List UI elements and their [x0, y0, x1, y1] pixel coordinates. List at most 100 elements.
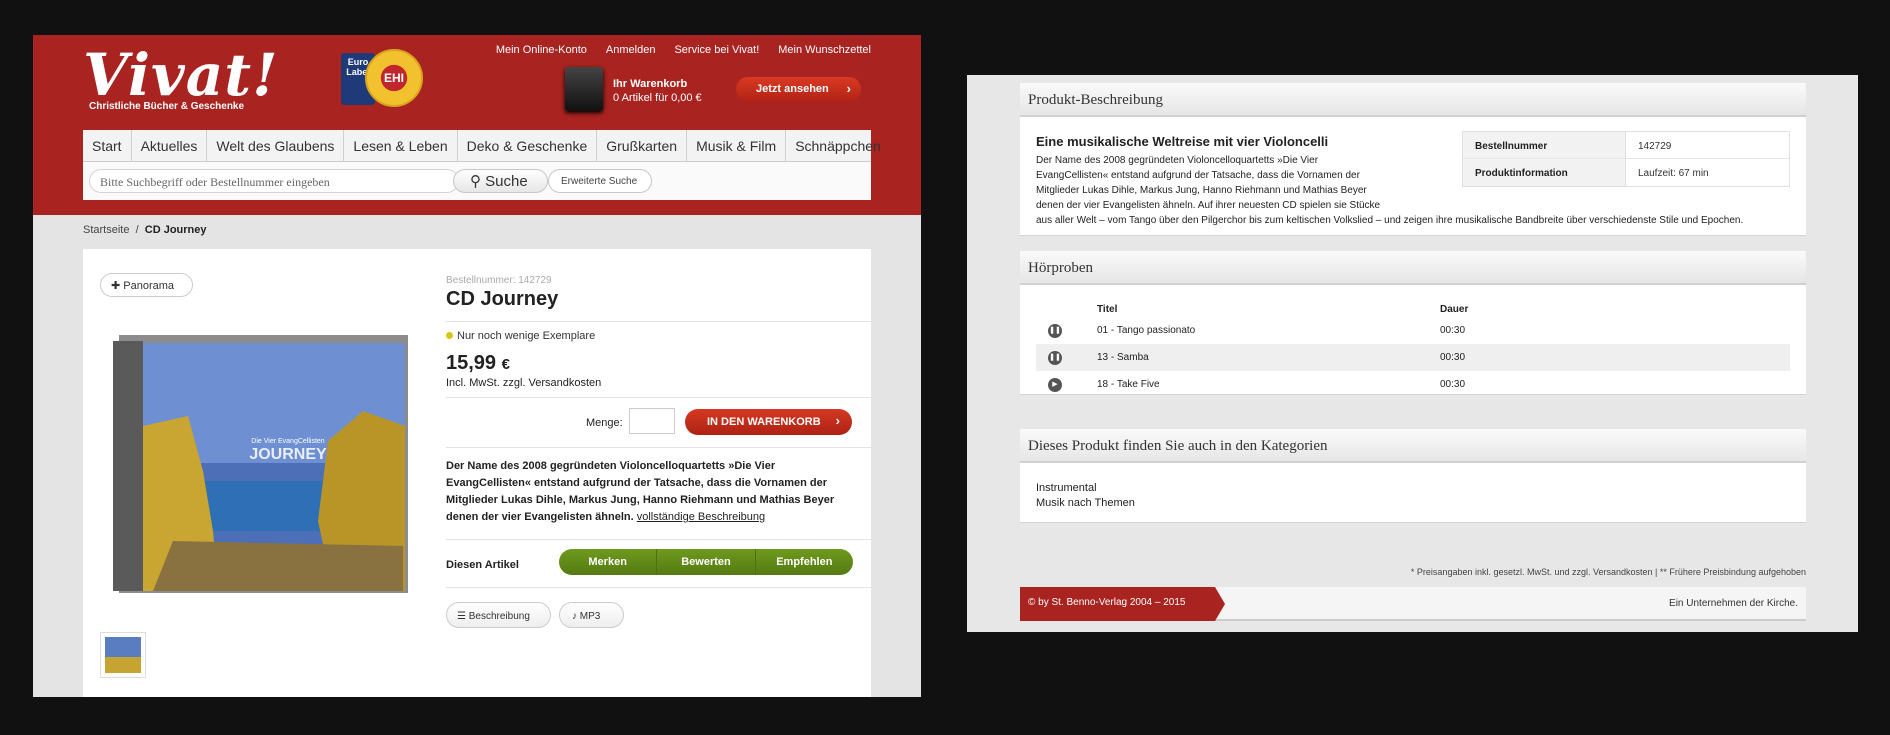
price-currency: €: [501, 356, 510, 373]
short-description: Der Name des 2008 gegründeten Violoncell…: [446, 458, 858, 526]
chevron-right-icon: ›: [835, 413, 840, 428]
nav-grusskarten[interactable]: Grußkarten: [597, 130, 688, 161]
plus-icon: ✚: [111, 280, 121, 292]
categories-heading: Dieses Produkt finden Sie auch in den Ka…: [1020, 429, 1806, 463]
top-links: Mein Online-Konto Anmelden Service bei V…: [496, 44, 871, 56]
divider: [446, 539, 871, 540]
link-wishlist[interactable]: Mein Wunschzettel: [778, 44, 871, 56]
status-dot-icon: [446, 332, 453, 339]
ehi-seal-icon: EHI: [365, 49, 423, 107]
search-button-label: Suche: [485, 173, 528, 190]
breadcrumb-current: CD Journey: [144, 224, 207, 236]
spec-key: Bestellnummer: [1463, 132, 1626, 158]
product-title: CD Journey: [446, 288, 559, 310]
nav-musik-film[interactable]: Musik & Film: [687, 130, 787, 161]
view-cart-button[interactable]: Jetzt ansehen ›: [736, 77, 861, 101]
vat-note: Incl. MwSt. zzgl. Versandkosten: [446, 377, 602, 389]
description-line: Mitglieder Lukas Dihle, Markus Jung, Han…: [1036, 185, 1367, 196]
article-label: Diesen Artikel: [446, 559, 519, 571]
spec-row: Bestellnummer 142729: [1463, 132, 1789, 159]
ehi-trust-seal[interactable]: Euro Label EHI: [341, 49, 425, 109]
description-line: denen der vier Evangelisten ähneln. Auf …: [1036, 200, 1381, 211]
track-title: 18 - Take Five: [1097, 379, 1160, 390]
panorama-button[interactable]: ✚ Panorama: [100, 273, 193, 297]
track-title: 13 - Samba: [1097, 352, 1149, 363]
description-line: Der Name des 2008 gegründeten Violoncell…: [1036, 155, 1319, 166]
quantity-input[interactable]: [629, 408, 675, 434]
add-to-cart-label: IN DEN WARENKORB: [707, 416, 821, 428]
track-title: 01 - Tango passionato: [1097, 325, 1196, 336]
cd-cover-image[interactable]: Die Vier EvangCellisten JOURNEY: [113, 331, 408, 596]
tab-description[interactable]: ☰ Beschreibung: [446, 602, 551, 628]
spec-table: Bestellnummer 142729 Produktinformation La…: [1462, 131, 1790, 187]
tab-mp3[interactable]: ♪ MP3: [559, 602, 624, 628]
seal-text: EHI: [383, 71, 404, 85]
pause-icon[interactable]: ❚❚: [1048, 324, 1062, 338]
advanced-search-button[interactable]: Erweiterte Suche: [548, 169, 652, 193]
cart-box-icon[interactable]: [565, 67, 603, 111]
cart-count: 0 Artikel für 0,00 €: [613, 92, 702, 104]
nav-welt-des-glaubens[interactable]: Welt des Glaubens: [207, 130, 345, 161]
category-link[interactable]: Musik nach Themen: [1036, 496, 1135, 511]
article-actions: Merken Bewerten Empfehlen: [559, 549, 853, 575]
cover-title-text: JOURNEY: [249, 446, 327, 463]
link-service[interactable]: Service bei Vivat!: [674, 44, 759, 56]
description-heading: Produkt-Beschreibung: [1020, 83, 1806, 117]
recommend-button[interactable]: Empfehlen: [756, 549, 853, 575]
panorama-label: Panorama: [123, 280, 175, 292]
col-duration-header: Dauer: [1440, 304, 1469, 315]
search-bar: Bitte Suchbegriff oder Bestellnummer ein…: [83, 162, 871, 200]
link-account[interactable]: Mein Online-Konto: [496, 44, 587, 56]
description-line: EvangCellisten« entstand aufgrund der Ta…: [1036, 170, 1360, 181]
vivat-logo[interactable]: Vivat! Christliche Bücher & Geschenke: [83, 45, 279, 112]
logo-text: Vivat!: [83, 41, 279, 109]
availability-status: Nur noch wenige Exemplare: [446, 330, 595, 342]
track-duration: 00:30: [1440, 325, 1466, 336]
nav-deko-geschenke[interactable]: Deko & Geschenke: [458, 130, 598, 161]
remember-button[interactable]: Merken: [559, 549, 658, 575]
availability-text: Nur noch wenige Exemplare: [457, 330, 596, 342]
link-login[interactable]: Anmelden: [606, 44, 656, 56]
copyright: © by St. Benno-Verlag 2004 – 2015: [1020, 587, 1225, 621]
breadcrumb: Startseite / CD Journey: [83, 224, 207, 236]
full-description-link[interactable]: vollständige Beschreibung: [637, 511, 765, 523]
track-duration: 00:30: [1440, 352, 1466, 363]
spec-value: Laufzeit: 67 min: [1638, 168, 1709, 179]
price-value: 15,99: [446, 352, 497, 374]
cart-summary[interactable]: Ihr Warenkorb 0 Artikel für 0,00 €: [613, 77, 702, 105]
samples-section: Hörproben Titel Dauer ❚❚ 01 - Tango pass…: [1020, 251, 1806, 395]
add-to-cart-button[interactable]: IN DEN WARENKORB ›: [685, 409, 852, 435]
search-icon: ⚲: [470, 173, 481, 190]
nav-lesen-leben[interactable]: Lesen & Leben: [344, 130, 458, 161]
product-page-screenshot: Vivat! Christliche Bücher & Geschenke Eu…: [33, 35, 921, 697]
divider: [446, 321, 871, 322]
pause-icon[interactable]: ❚❚: [1048, 351, 1062, 365]
quantity-label: Menge:: [586, 417, 623, 429]
search-input[interactable]: Bitte Suchbegriff oder Bestellnummer ein…: [89, 169, 459, 193]
tab-mp3-label: MP3: [579, 611, 601, 622]
col-title-header: Titel: [1097, 304, 1118, 315]
breadcrumb-home[interactable]: Startseite: [83, 224, 129, 236]
list-icon: ☰: [457, 611, 466, 622]
site-footer: © by St. Benno-Verlag 2004 – 2015 Ein Un…: [1020, 587, 1806, 621]
tab-description-label: Beschreibung: [468, 611, 530, 622]
nav-start[interactable]: Start: [83, 130, 132, 161]
cover-band-text: Die Vier EvangCellisten: [251, 438, 325, 445]
samples-heading: Hörproben: [1020, 251, 1806, 285]
site-header: Vivat! Christliche Bücher & Geschenke Eu…: [33, 35, 921, 215]
divider: [446, 447, 871, 448]
rate-button[interactable]: Bewerten: [657, 549, 756, 575]
cover-thumbnail[interactable]: [100, 632, 146, 678]
description-title: Eine musikalische Weltreise mit vier Vio…: [1036, 134, 1329, 149]
nav-aktuelles[interactable]: Aktuelles: [132, 130, 208, 161]
order-number: Bestellnummer: 142729: [446, 275, 552, 286]
product-details-screenshot: Produkt-Beschreibung Eine musikalische W…: [967, 75, 1858, 632]
nav-schnaeppchen[interactable]: Schnäppchen: [786, 130, 890, 161]
categories-section: Dieses Produkt finden Sie auch in den Ka…: [1020, 429, 1806, 523]
category-link[interactable]: Instrumental: [1036, 481, 1135, 496]
search-button[interactable]: ⚲ Suche: [453, 169, 548, 193]
price-footnote: * Preisangaben inkl. gesetzl. MwSt. und …: [1410, 567, 1806, 577]
chevron-right-icon: ›: [846, 81, 851, 96]
spec-value: 142729: [1638, 141, 1672, 152]
play-icon[interactable]: ▶: [1048, 378, 1062, 392]
